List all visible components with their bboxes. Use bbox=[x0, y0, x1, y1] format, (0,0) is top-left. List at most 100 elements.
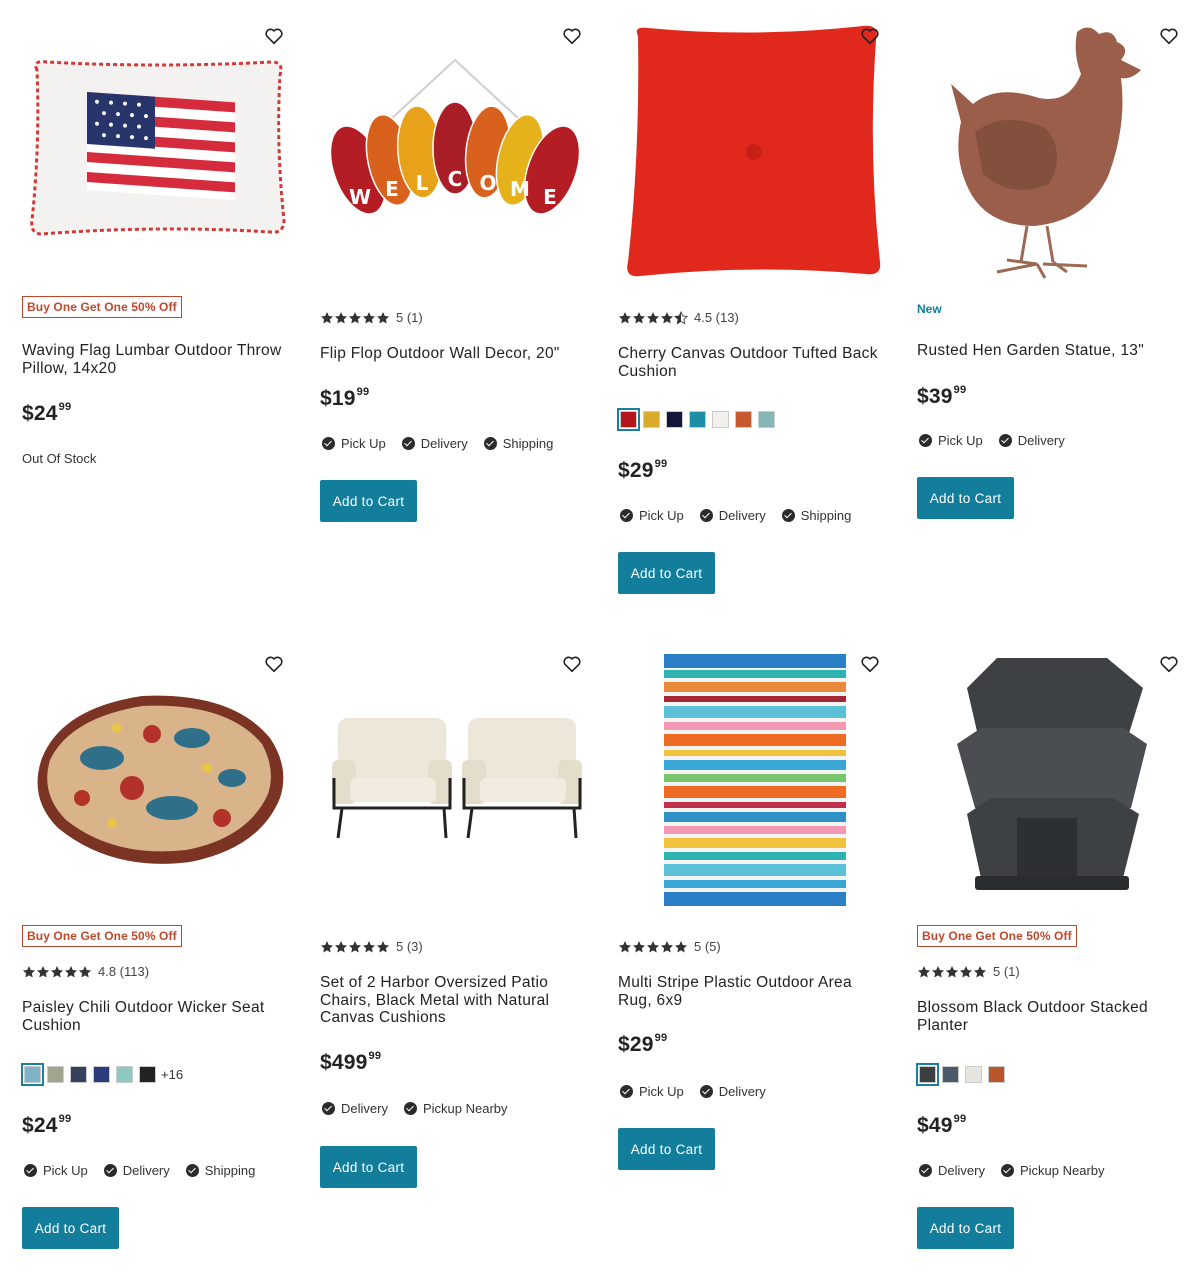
add-to-cart-button[interactable]: Add to Cart bbox=[917, 1207, 1014, 1249]
product-price: $49999 bbox=[320, 1050, 382, 1074]
check-circle-icon bbox=[322, 1102, 335, 1115]
product-title[interactable]: Cherry Canvas Outdoor Tufted Back Cushio… bbox=[618, 345, 883, 380]
color-swatch[interactable] bbox=[617, 408, 640, 431]
fulfillment-option: Pick Up bbox=[620, 1084, 684, 1099]
wishlist-heart-icon[interactable] bbox=[263, 653, 285, 675]
product-price: $2499 bbox=[22, 1113, 72, 1137]
star-rating-icons bbox=[618, 310, 688, 325]
check-circle-icon bbox=[699, 1085, 713, 1098]
fulfillment-option: Delivery bbox=[322, 1101, 388, 1116]
fulfillment-option: Pick Up bbox=[322, 436, 386, 451]
fulfillment-option: Pick Up bbox=[24, 1163, 88, 1178]
more-swatches-link[interactable]: +16 bbox=[161, 1067, 183, 1082]
add-to-cart-button[interactable]: Add to Cart bbox=[618, 552, 715, 594]
wishlist-heart-icon[interactable] bbox=[1158, 25, 1180, 47]
fulfillment-options: Delivery Pickup Nearby bbox=[919, 1163, 1121, 1178]
color-swatch[interactable] bbox=[139, 1066, 156, 1083]
svg-text:E: E bbox=[385, 177, 399, 201]
color-swatch[interactable] bbox=[758, 411, 775, 428]
fulfillment-options: Delivery Pickup Nearby bbox=[322, 1101, 524, 1116]
product-title[interactable]: Set of 2 Harbor Oversized Patio Chairs, … bbox=[320, 974, 585, 1027]
stock-status: Out Of Stock bbox=[22, 451, 97, 466]
product-image-paisley-cushion[interactable] bbox=[22, 648, 292, 918]
fulfillment-option: Shipping bbox=[185, 1163, 255, 1178]
product-title[interactable]: Blossom Black Outdoor Stacked Planter bbox=[917, 999, 1182, 1034]
fulfillment-options: Pick Up Delivery Shipping bbox=[24, 1163, 271, 1178]
product-rating[interactable]: 5 (5) bbox=[618, 939, 721, 954]
add-to-cart-button[interactable]: Add to Cart bbox=[618, 1128, 715, 1170]
add-to-cart-button[interactable]: Add to Cart bbox=[917, 477, 1014, 519]
star-rating-icons bbox=[618, 940, 688, 954]
svg-text:C: C bbox=[448, 167, 463, 191]
wishlist-heart-icon[interactable] bbox=[1158, 653, 1180, 675]
fulfillment-option: Pickup Nearby bbox=[1000, 1163, 1105, 1178]
rating-text: 5 (5) bbox=[694, 939, 721, 954]
color-swatch[interactable] bbox=[70, 1066, 87, 1083]
product-price: $4999 bbox=[917, 1113, 967, 1137]
fulfillment-option: Pick Up bbox=[919, 433, 983, 448]
product-image-stripe-rug[interactable] bbox=[618, 648, 888, 918]
product-image-hen-statue[interactable] bbox=[917, 14, 1187, 284]
color-swatch[interactable] bbox=[712, 411, 729, 428]
product-image-stacked-planter[interactable] bbox=[917, 648, 1187, 918]
color-swatch[interactable] bbox=[116, 1066, 133, 1083]
add-to-cart-button[interactable]: Add to Cart bbox=[320, 480, 417, 522]
svg-text:E: E bbox=[543, 185, 557, 209]
wishlist-heart-icon[interactable] bbox=[561, 25, 583, 47]
product-image-cherry-cushion[interactable] bbox=[618, 18, 888, 288]
fulfillment-options: Pick Up Delivery bbox=[620, 1084, 782, 1099]
check-circle-icon bbox=[919, 1164, 932, 1177]
star-rating-icons bbox=[320, 940, 390, 954]
product-rating[interactable]: 5 (1) bbox=[320, 310, 423, 325]
star-rating-icons bbox=[917, 965, 987, 979]
color-swatch[interactable] bbox=[666, 411, 683, 428]
check-circle-icon bbox=[103, 1164, 117, 1177]
product-rating[interactable]: 5 (1) bbox=[917, 964, 1020, 979]
color-swatch[interactable] bbox=[689, 411, 706, 428]
product-image-flip-flop-decor[interactable]: WELCOME bbox=[320, 20, 590, 290]
color-swatch[interactable] bbox=[735, 411, 752, 428]
color-swatch[interactable] bbox=[643, 411, 660, 428]
product-title[interactable]: Multi Stripe Plastic Outdoor Area Rug, 6… bbox=[618, 974, 883, 1009]
star-rating-icons bbox=[22, 965, 92, 979]
product-price: $2499 bbox=[22, 401, 72, 425]
color-swatch[interactable] bbox=[942, 1066, 959, 1083]
product-price: $2999 bbox=[618, 458, 668, 482]
product-title[interactable]: Paisley Chili Outdoor Wicker Seat Cushio… bbox=[22, 999, 287, 1034]
wishlist-heart-icon[interactable] bbox=[859, 653, 881, 675]
fulfillment-options: Pick Up Delivery bbox=[919, 433, 1081, 448]
product-image-patio-chairs[interactable] bbox=[320, 648, 590, 918]
svg-text:O: O bbox=[479, 171, 496, 195]
product-rating[interactable]: 4.5 (13) bbox=[618, 310, 739, 325]
color-swatch[interactable] bbox=[93, 1066, 110, 1083]
product-title[interactable]: Rusted Hen Garden Statue, 13" bbox=[917, 342, 1182, 360]
wishlist-heart-icon[interactable] bbox=[263, 25, 285, 47]
rating-text: 5 (1) bbox=[396, 310, 423, 325]
wishlist-heart-icon[interactable] bbox=[561, 653, 583, 675]
color-swatch[interactable] bbox=[21, 1063, 44, 1086]
color-swatch[interactable] bbox=[47, 1066, 64, 1083]
fulfillment-option: Delivery bbox=[699, 1084, 766, 1099]
check-circle-icon bbox=[401, 437, 415, 450]
wishlist-heart-icon[interactable] bbox=[859, 25, 881, 47]
product-price: $3999 bbox=[917, 384, 967, 408]
product-image-flag-pillow[interactable] bbox=[22, 20, 292, 290]
check-circle-icon bbox=[781, 509, 795, 522]
fulfillment-option: Delivery bbox=[401, 436, 468, 451]
promo-badge: Buy One Get One 50% Off bbox=[22, 925, 182, 947]
new-badge: New bbox=[917, 302, 942, 316]
svg-text:L: L bbox=[416, 171, 429, 195]
add-to-cart-button[interactable]: Add to Cart bbox=[320, 1146, 417, 1188]
fulfillment-option: Delivery bbox=[919, 1163, 985, 1178]
product-title[interactable]: Waving Flag Lumbar Outdoor Throw Pillow,… bbox=[22, 342, 287, 377]
product-rating[interactable]: 4.8 (113) bbox=[22, 964, 149, 979]
color-swatch[interactable] bbox=[988, 1066, 1005, 1083]
color-swatch[interactable] bbox=[916, 1063, 939, 1086]
check-circle-icon bbox=[322, 437, 335, 450]
product-title[interactable]: Flip Flop Outdoor Wall Decor, 20" bbox=[320, 345, 585, 363]
color-swatch[interactable] bbox=[965, 1066, 982, 1083]
product-rating[interactable]: 5 (3) bbox=[320, 939, 423, 954]
add-to-cart-button[interactable]: Add to Cart bbox=[22, 1207, 119, 1249]
fulfillment-option: Pick Up bbox=[620, 508, 684, 523]
fulfillment-option: Shipping bbox=[781, 508, 851, 523]
